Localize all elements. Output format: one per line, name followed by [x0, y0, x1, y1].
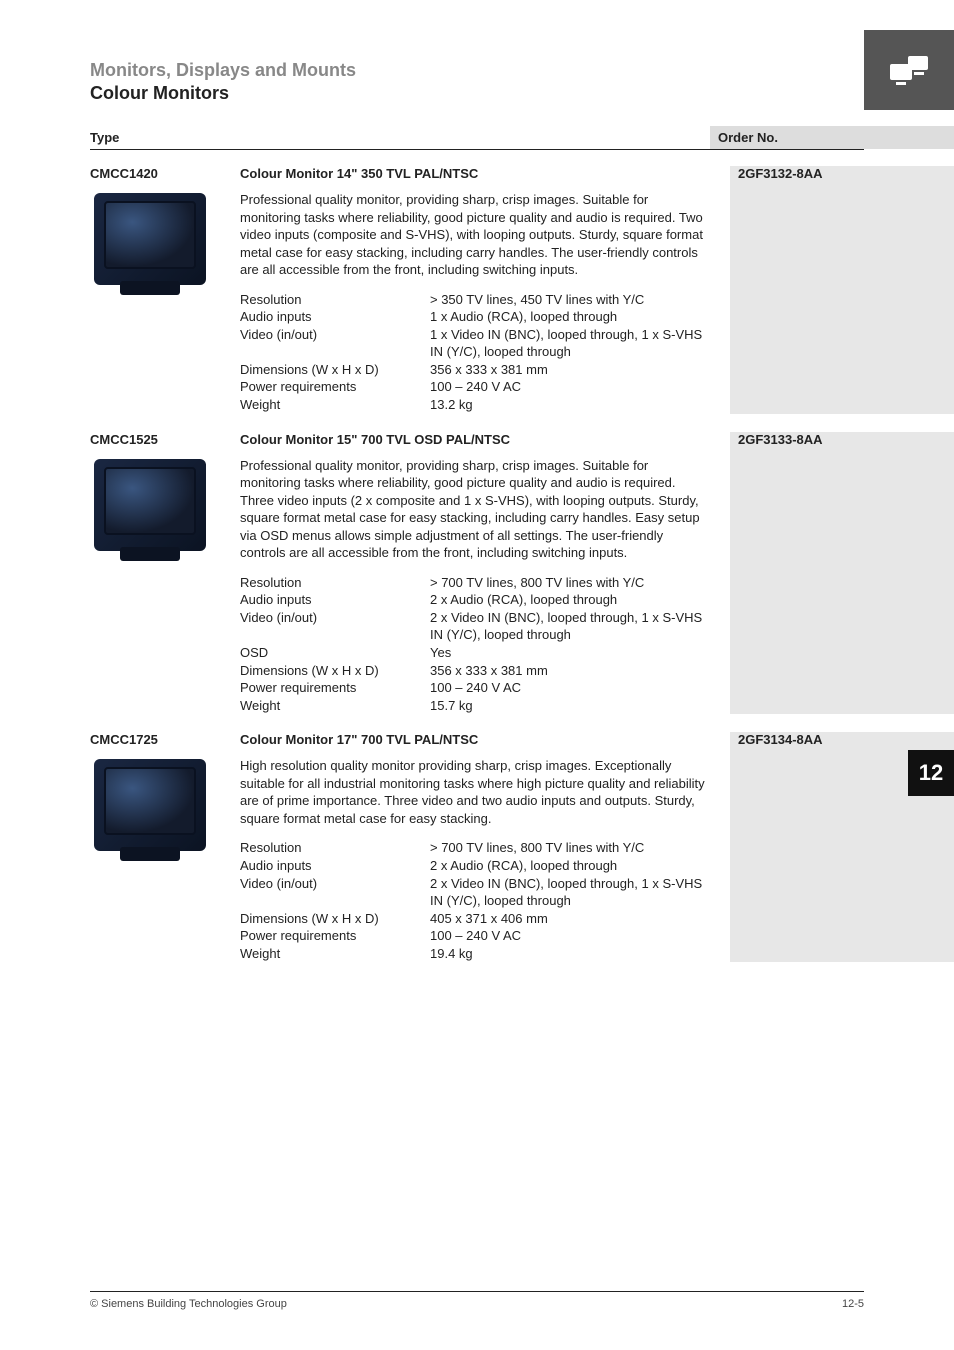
spec-label: Power requirements: [240, 927, 430, 945]
spec-row: Weight19.4 kg: [240, 945, 710, 963]
spec-row: Dimensions (W x H x D)405 x 371 x 406 mm: [240, 910, 710, 928]
spec-value: 19.4 kg: [430, 945, 710, 963]
order-number: 2GF3133-8AA: [738, 432, 946, 447]
spec-table: Resolution> 350 TV lines, 450 TV lines w…: [240, 291, 710, 414]
spec-row: Resolution> 700 TV lines, 800 TV lines w…: [240, 839, 710, 857]
page-chapter-tab: 12: [908, 750, 954, 796]
footer-copyright: © Siemens Building Technologies Group: [90, 1298, 287, 1310]
spec-value: 100 – 240 V AC: [430, 927, 710, 945]
page-title: Colour Monitors: [90, 83, 864, 104]
spec-value: > 350 TV lines, 450 TV lines with Y/C: [430, 291, 710, 309]
spec-value: Yes: [430, 644, 710, 662]
order-number: 2GF3132-8AA: [738, 166, 946, 181]
product-title: Colour Monitor 15" 700 TVL OSD PAL/NTSC: [240, 432, 710, 447]
footer-page-number: 12-5: [842, 1298, 864, 1310]
spec-label: Video (in/out): [240, 875, 430, 910]
spec-row: Audio inputs1 x Audio (RCA), looped thro…: [240, 308, 710, 326]
category-icon: [864, 30, 954, 110]
spec-value: 405 x 371 x 406 mm: [430, 910, 710, 928]
product-description: High resolution quality monitor providin…: [240, 757, 710, 827]
spec-value: 100 – 240 V AC: [430, 378, 710, 396]
spec-table: Resolution> 700 TV lines, 800 TV lines w…: [240, 839, 710, 962]
spec-label: Audio inputs: [240, 857, 430, 875]
spec-value: 356 x 333 x 381 mm: [430, 361, 710, 379]
product-title: Colour Monitor 14" 350 TVL PAL/NTSC: [240, 166, 710, 181]
spec-label: Power requirements: [240, 679, 430, 697]
spec-row: Power requirements100 – 240 V AC: [240, 378, 710, 396]
spec-row: Power requirements100 – 240 V AC: [240, 927, 710, 945]
spec-label: Dimensions (W x H x D): [240, 361, 430, 379]
spec-row: Audio inputs2 x Audio (RCA), looped thro…: [240, 591, 710, 609]
spec-label: Video (in/out): [240, 326, 430, 361]
spec-row: Video (in/out)2 x Video IN (BNC), looped…: [240, 609, 710, 644]
spec-value: 2 x Video IN (BNC), looped through, 1 x …: [430, 609, 710, 644]
spec-label: Dimensions (W x H x D): [240, 910, 430, 928]
spec-row: Weight13.2 kg: [240, 396, 710, 414]
spec-row: Resolution> 350 TV lines, 450 TV lines w…: [240, 291, 710, 309]
spec-row: Weight15.7 kg: [240, 697, 710, 715]
order-number: 2GF3134-8AA: [738, 732, 946, 747]
product-type: CMCC1420: [90, 166, 240, 181]
spec-row: Resolution> 700 TV lines, 800 TV lines w…: [240, 574, 710, 592]
spec-label: Resolution: [240, 291, 430, 309]
spec-label: Weight: [240, 945, 430, 963]
spec-value: 2 x Audio (RCA), looped through: [430, 591, 710, 609]
spec-label: Weight: [240, 396, 430, 414]
product-description: Professional quality monitor, providing …: [240, 457, 710, 562]
page-footer: © Siemens Building Technologies Group 12…: [90, 1291, 864, 1310]
spec-label: OSD: [240, 644, 430, 662]
spec-value: 2 x Audio (RCA), looped through: [430, 857, 710, 875]
spec-label: Power requirements: [240, 378, 430, 396]
spec-value: 15.7 kg: [430, 697, 710, 715]
spec-label: Audio inputs: [240, 591, 430, 609]
spec-label: Resolution: [240, 839, 430, 857]
spec-label: Audio inputs: [240, 308, 430, 326]
spec-label: Video (in/out): [240, 609, 430, 644]
spec-row: Video (in/out)1 x Video IN (BNC), looped…: [240, 326, 710, 361]
product-row: CMCC1725Colour Monitor 17" 700 TVL PAL/N…: [90, 732, 864, 962]
product-title: Colour Monitor 17" 700 TVL PAL/NTSC: [240, 732, 710, 747]
spec-row: Audio inputs2 x Audio (RCA), looped thro…: [240, 857, 710, 875]
spec-value: > 700 TV lines, 800 TV lines with Y/C: [430, 574, 710, 592]
breadcrumb: Monitors, Displays and Mounts: [90, 60, 864, 81]
spec-label: Weight: [240, 697, 430, 715]
spec-row: Power requirements100 – 240 V AC: [240, 679, 710, 697]
product-type: CMCC1725: [90, 732, 240, 747]
product-type: CMCC1525: [90, 432, 240, 447]
spec-row: OSDYes: [240, 644, 710, 662]
product-image: [90, 755, 210, 865]
spec-value: 356 x 333 x 381 mm: [430, 662, 710, 680]
spec-label: Dimensions (W x H x D): [240, 662, 430, 680]
spec-value: 2 x Video IN (BNC), looped through, 1 x …: [430, 875, 710, 910]
spec-value: > 700 TV lines, 800 TV lines with Y/C: [430, 839, 710, 857]
product-row: CMCC1525Colour Monitor 15" 700 TVL OSD P…: [90, 432, 864, 715]
spec-table: Resolution> 700 TV lines, 800 TV lines w…: [240, 574, 710, 714]
spec-row: Dimensions (W x H x D)356 x 333 x 381 mm: [240, 361, 710, 379]
spec-value: 1 x Audio (RCA), looped through: [430, 308, 710, 326]
table-header: Type Order No.: [90, 130, 864, 150]
spec-row: Video (in/out)2 x Video IN (BNC), looped…: [240, 875, 710, 910]
spec-label: Resolution: [240, 574, 430, 592]
product-description: Professional quality monitor, providing …: [240, 191, 710, 279]
header-order-no: Order No.: [718, 130, 860, 145]
product-image: [90, 189, 210, 299]
spec-value: 100 – 240 V AC: [430, 679, 710, 697]
spec-value: 1 x Video IN (BNC), looped through, 1 x …: [430, 326, 710, 361]
spec-value: 13.2 kg: [430, 396, 710, 414]
spec-row: Dimensions (W x H x D)356 x 333 x 381 mm: [240, 662, 710, 680]
header-type: Type: [90, 130, 710, 145]
product-image: [90, 455, 210, 565]
product-row: CMCC1420Colour Monitor 14" 350 TVL PAL/N…: [90, 166, 864, 414]
